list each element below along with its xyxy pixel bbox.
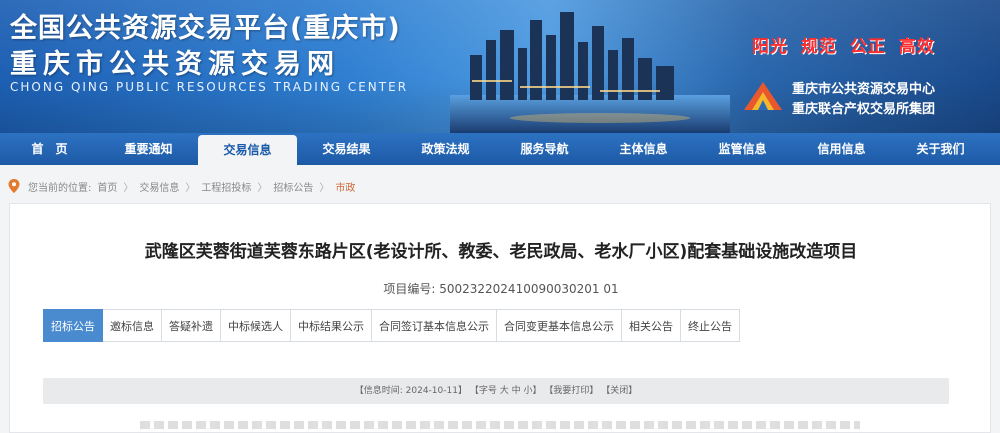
font-size-label: 【字号 — [469, 386, 497, 396]
city-skyline-image — [450, 12, 730, 133]
breadcrumb-separator: 〉 — [123, 182, 134, 194]
project-code-value: 500232202410090030201 01 — [439, 282, 619, 296]
nav-item-home[interactable]: 首 页 — [0, 133, 99, 165]
nav-item-credit[interactable]: 信用信息 — [792, 133, 891, 165]
tab-contract-change[interactable]: 合同变更基本信息公示 — [497, 309, 622, 342]
print-link[interactable]: 【我要打印】 — [544, 386, 598, 396]
close-link[interactable]: 【关闭】 — [601, 386, 637, 396]
breadcrumb-home[interactable]: 首页 — [97, 179, 117, 194]
breadcrumb-trade-info[interactable]: 交易信息 — [139, 179, 179, 194]
tab-related-notices[interactable]: 相关公告 — [622, 309, 681, 342]
org-name-1: 重庆市公共资源交易中心 — [792, 82, 936, 97]
project-code: 项目编号: 500232202410090030201 01 — [10, 280, 992, 297]
nav-item-trade-results[interactable]: 交易结果 — [297, 133, 396, 165]
nav-item-about[interactable]: 关于我们 — [891, 133, 990, 165]
tab-tender-notice[interactable]: 招标公告 — [43, 309, 103, 342]
info-time: 【信息时间: 2024-10-11】 — [354, 386, 467, 396]
tab-invite-info[interactable]: 邀标信息 — [103, 309, 162, 342]
breadcrumb: 您当前的位置: 首页 〉 交易信息 〉 工程招投标 〉 招标公告 〉 市政 — [8, 176, 355, 196]
main-nav: 首 页 重要通知 交易信息 交易结果 政策法规 服务导航 主体信息 监管信息 信… — [0, 133, 1000, 165]
breadcrumb-municipal[interactable]: 市政 — [335, 179, 355, 194]
nav-item-supervision[interactable]: 监管信息 — [693, 133, 792, 165]
org-name-2: 重庆联合产权交易所集团 — [792, 102, 936, 117]
slogan-text: 阳光 规范 公正 高效 — [752, 37, 935, 57]
nav-item-service-guide[interactable]: 服务导航 — [495, 133, 594, 165]
site-title-line1: 全国公共资源交易平台(重庆市) — [10, 13, 401, 44]
site-title-line2: 重庆市公共资源交易网 — [10, 49, 340, 80]
font-size-options[interactable]: 大 中 小】 — [500, 386, 542, 396]
tab-winning-results[interactable]: 中标结果公示 — [291, 309, 372, 342]
tab-contract-signing[interactable]: 合同签订基本信息公示 — [372, 309, 497, 342]
content-card: 武隆区芙蓉街道芙蓉东路片区(老设计所、教委、老民政局、老水厂小区)配套基础设施改… — [9, 203, 991, 433]
location-pin-icon — [8, 179, 20, 193]
nav-item-entity-info[interactable]: 主体信息 — [594, 133, 693, 165]
info-toolbar: 【信息时间: 2024-10-11】 【字号 大 中 小】 【我要打印】 【关闭… — [43, 378, 949, 404]
project-code-label: 项目编号: — [383, 282, 436, 296]
org-logo-icon — [744, 82, 782, 110]
breadcrumb-engineering[interactable]: 工程招投标 — [201, 179, 251, 194]
breadcrumb-tender-notice[interactable]: 招标公告 — [273, 179, 313, 194]
tab-termination-notice[interactable]: 终止公告 — [681, 309, 740, 342]
content-text-preview — [140, 421, 860, 429]
nav-item-trade-info[interactable]: 交易信息 — [198, 135, 297, 165]
nav-item-notices[interactable]: 重要通知 — [99, 133, 198, 165]
tab-winning-candidates[interactable]: 中标候选人 — [221, 309, 291, 342]
breadcrumb-separator: 〉 — [185, 182, 196, 194]
tab-qa-addendum[interactable]: 答疑补遗 — [162, 309, 221, 342]
breadcrumb-separator: 〉 — [257, 182, 268, 194]
site-title-en: CHONG QING PUBLIC RESOURCES TRADING CENT… — [10, 80, 409, 94]
header-banner: 全国公共资源交易平台(重庆市) 重庆市公共资源交易网 CHONG QING PU… — [0, 0, 1000, 133]
nav-item-policies[interactable]: 政策法规 — [396, 133, 495, 165]
notice-tabs: 招标公告 邀标信息 答疑补遗 中标候选人 中标结果公示 合同签订基本信息公示 合… — [43, 309, 740, 342]
breadcrumb-prefix: 您当前的位置: — [28, 182, 92, 194]
breadcrumb-separator: 〉 — [319, 182, 330, 194]
project-title: 武隆区芙蓉街道芙蓉东路片区(老设计所、教委、老民政局、老水厂小区)配套基础设施改… — [144, 242, 858, 262]
